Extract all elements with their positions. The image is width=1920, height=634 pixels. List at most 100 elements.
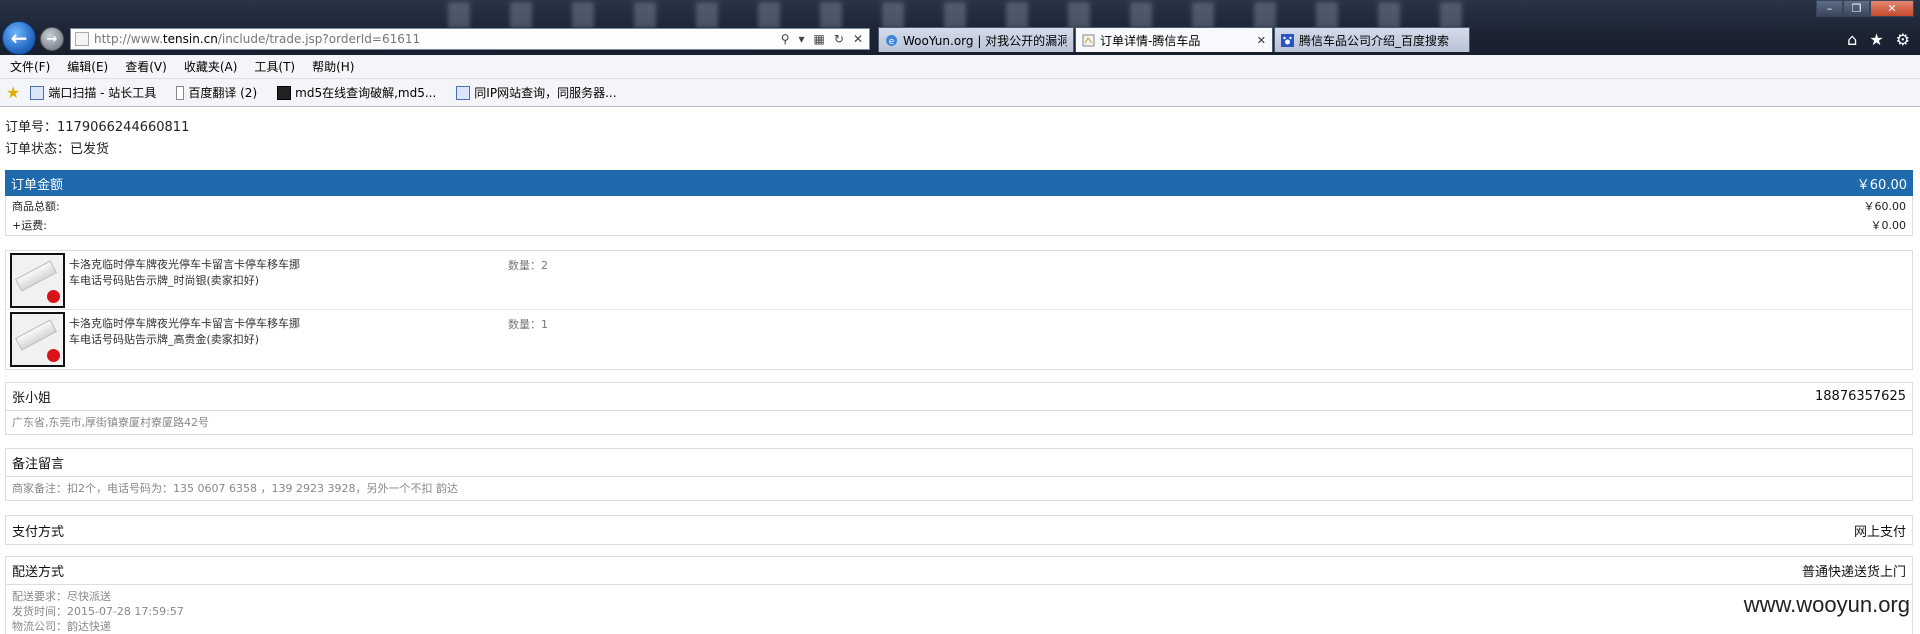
toolbar-right-icons: ⌂ ★ ⚙ — [1847, 30, 1910, 49]
remark-title: 备注留言 — [12, 457, 65, 472]
favorite-label: md5在线查询破解,md5... — [295, 86, 437, 100]
payment-title: 支付方式 — [12, 524, 65, 540]
page-content: 订单号：1179066244660811 订单状态：已发货 订单金额 ￥60.0… — [0, 107, 1920, 634]
browser-title-bar: ← → http://www.tensin.cn/include/trade.j… — [0, 0, 1920, 55]
page-favicon-icon — [1082, 34, 1095, 46]
tab-wooyun[interactable]: e WooYun.org | 对我公开的漏洞 — [878, 27, 1074, 52]
brand-badge-icon — [47, 349, 60, 362]
search-icon[interactable]: ⚲ — [781, 32, 790, 46]
url-text[interactable]: http://www.tensin.cn/include/trade.jsp?o… — [94, 32, 781, 46]
page-icon — [75, 32, 89, 46]
recipient-phone: 18876357625 — [1815, 389, 1906, 404]
favorite-label: 端口扫描 - 站长工具 — [48, 86, 157, 100]
recipient-section: 张小姐 18876357625 广东省,东莞市,厚街镇寮厦村寮厦路42号 — [5, 382, 1913, 435]
tab-order-detail[interactable]: 订单详情-腾信车品 ✕ — [1075, 27, 1273, 52]
watermark: www.wooyun.org — [1743, 592, 1910, 617]
favorite-link-baidu-translate[interactable]: 百度翻译 (2) — [176, 84, 257, 101]
back-button[interactable]: ← — [2, 21, 36, 55]
ie-favicon-icon: e — [886, 34, 897, 47]
dropdown-arrow-icon[interactable]: ▾ — [799, 32, 805, 46]
recipient-address: 广东省,东莞市,厚街镇寮厦村寮厦路42号 — [12, 416, 209, 429]
forward-button[interactable]: → — [40, 27, 64, 51]
favorite-label: 同IP网站查询，同服务器... — [474, 86, 617, 100]
close-tab-icon[interactable]: ✕ — [1257, 34, 1266, 47]
menu-favorites[interactable]: 收藏夹(A) — [184, 58, 238, 75]
stop-icon[interactable]: ✕ — [853, 32, 863, 46]
tab-title: 订单详情-腾信车品 — [1100, 33, 1201, 48]
payment-section: 支付方式 网上支付 — [5, 515, 1913, 545]
home-icon[interactable]: ⌂ — [1847, 30, 1857, 49]
remark-text: 商家备注：扣2个，电话号码为：135 0607 6358 ，139 2923 3… — [12, 482, 458, 495]
refresh-icon[interactable]: ↻ — [834, 32, 844, 46]
order-status: 订单状态：已发货 — [5, 142, 110, 157]
address-tools: ⚲ ▾ ▦ ↻ ✕ — [781, 32, 869, 46]
remark-header: 备注留言 — [6, 449, 1912, 477]
product-quantity: 数量：1 — [508, 318, 548, 331]
delivery-requirement: 配送要求：尽快派送 — [12, 590, 111, 603]
favorites-bar: ★ 端口扫描 - 站长工具 百度翻译 (2) md5在线查询破解,md5... … — [0, 79, 1920, 107]
address-bar[interactable]: http://www.tensin.cn/include/trade.jsp?o… — [70, 28, 870, 50]
url-prefix: http://www. — [94, 32, 163, 46]
delivery-details: 配送要求：尽快派送 发货时间：2015-07-28 17:59:57 物流公司：… — [6, 585, 1912, 634]
svg-text:e: e — [889, 37, 895, 47]
favorite-link-md5[interactable]: md5在线查询破解,md5... — [277, 84, 436, 101]
logistics-company: 物流公司：韵达快递 — [12, 620, 111, 633]
window-controls: – ❐ ✕ — [1816, 0, 1914, 17]
product-name[interactable]: 卡洛克临时停车牌夜光停车卡留言卡停车移车挪车电话号码贴告示牌_高贵金(卖家扣好) — [69, 316, 309, 369]
shipping-time: 发货时间：2015-07-28 17:59:57 — [12, 605, 184, 618]
remark-section: 备注留言 商家备注：扣2个，电话号码为：135 0607 6358 ，139 2… — [5, 448, 1913, 501]
menu-file[interactable]: 文件(F) — [10, 58, 50, 75]
shipping-fee-label: +运费: — [12, 219, 47, 232]
favorites-star-icon[interactable]: ★ — [1869, 30, 1883, 49]
list-item: 卡洛克临时停车牌夜光停车卡留言卡停车移车挪车电话号码贴告示牌_时尚银(卖家扣好)… — [6, 251, 1912, 310]
goods-total-value: ￥60.00 — [1863, 200, 1907, 213]
shipping-fee-row: +运费: ￥0.00 — [6, 215, 1912, 234]
url-path: /include/trade.jsp?orderId=61611 — [217, 32, 421, 46]
product-name[interactable]: 卡洛克临时停车牌夜光停车卡留言卡停车移车挪车电话号码贴告示牌_时尚银(卖家扣好) — [69, 257, 309, 309]
product-list: 卡洛克临时停车牌夜光停车卡留言卡停车移车挪车电话号码贴告示牌_时尚银(卖家扣好)… — [5, 250, 1913, 370]
tab-baidu-search[interactable]: 腾信车品公司介绍_百度搜索 — [1274, 27, 1470, 52]
parking-card-image — [15, 260, 57, 292]
menu-view[interactable]: 查看(V) — [125, 58, 167, 75]
recipient-header: 张小姐 18876357625 — [6, 383, 1912, 411]
goods-total-label: 商品总额: — [12, 200, 60, 213]
tab-title: 腾信车品公司介绍_百度搜索 — [1299, 33, 1450, 48]
product-thumbnail[interactable] — [10, 312, 65, 367]
recipient-name: 张小姐 — [12, 391, 52, 406]
menu-help[interactable]: 帮助(H) — [312, 58, 354, 75]
close-window-button[interactable]: ✕ — [1870, 0, 1914, 17]
order-info: 订单号：1179066244660811 订单状态：已发货 — [5, 117, 189, 161]
list-item: 卡洛克临时停车牌夜光停车卡留言卡停车移车挪车电话号码贴告示牌_高贵金(卖家扣好)… — [6, 310, 1912, 369]
favorite-label: 百度翻译 (2) — [188, 86, 258, 100]
menu-edit[interactable]: 编辑(E) — [67, 58, 108, 75]
order-number: 订单号：1179066244660811 — [5, 120, 190, 135]
favorite-link-port-scan[interactable]: 端口扫描 - 站长工具 — [30, 84, 156, 101]
forward-arrow-icon: → — [46, 31, 58, 47]
minimize-button[interactable]: – — [1816, 0, 1843, 17]
order-amount-header: 订单金额 ￥60.00 — [5, 170, 1913, 196]
delivery-section: 配送方式 普通快递送货上门 配送要求：尽快派送 发货时间：2015-07-28 … — [5, 556, 1913, 634]
order-amount-value: ￥60.00 — [1856, 177, 1907, 193]
bookmark-icon — [277, 85, 292, 100]
delivery-header: 配送方式 普通快递送货上门 — [6, 557, 1912, 585]
url-domain: tensin.cn — [162, 32, 218, 46]
delivery-title: 配送方式 — [12, 565, 65, 580]
baidu-paw-icon — [1281, 33, 1294, 47]
favorites-star-icon[interactable]: ★ — [6, 83, 20, 102]
payment-value: 网上支付 — [1853, 524, 1906, 540]
order-amount-label: 订单金额 — [11, 177, 64, 193]
shipping-fee-value: ￥0.00 — [1870, 219, 1907, 232]
menu-bar: 文件(F) 编辑(E) 查看(V) 收藏夹(A) 工具(T) 帮助(H) — [0, 55, 1920, 79]
menu-tools[interactable]: 工具(T) — [254, 58, 295, 75]
brand-badge-icon — [47, 290, 60, 303]
bookmark-icon — [30, 85, 45, 100]
desktop-background-blur — [430, 2, 1470, 28]
compatibility-view-icon[interactable]: ▦ — [814, 32, 825, 46]
payment-header: 支付方式 网上支付 — [6, 516, 1912, 544]
bookmark-icon — [176, 85, 185, 100]
product-thumbnail[interactable] — [10, 253, 65, 308]
tab-title: WooYun.org | 对我公开的漏洞 — [903, 33, 1067, 48]
favorite-link-same-ip[interactable]: 同IP网站查询，同服务器... — [456, 84, 617, 101]
gear-icon[interactable]: ⚙ — [1896, 30, 1910, 49]
maximize-button[interactable]: ❐ — [1843, 0, 1870, 17]
